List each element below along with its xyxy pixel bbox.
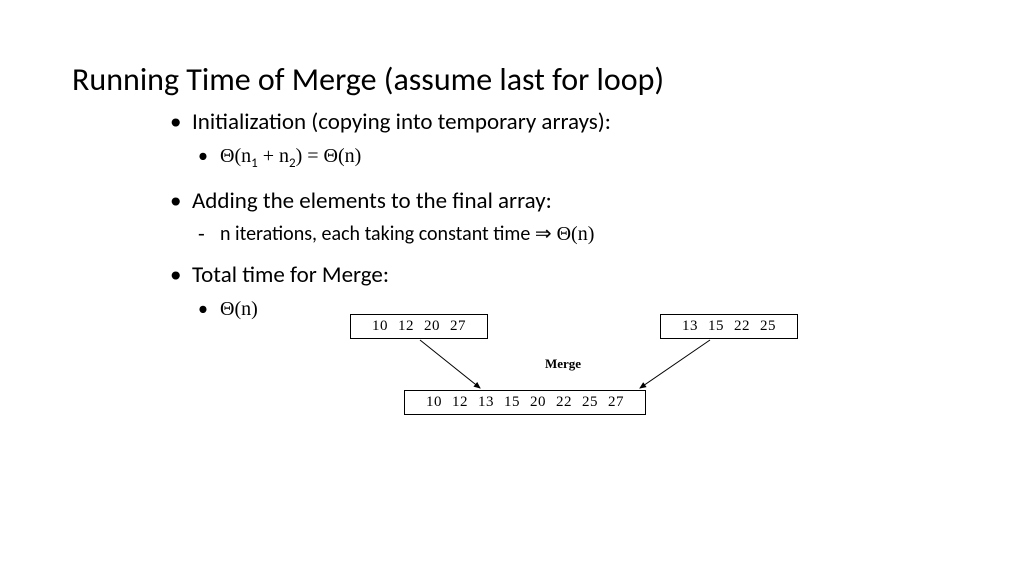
array-cell: 12: [393, 318, 419, 335]
array-cell: 10: [421, 394, 447, 411]
theta-expr-part2: + n: [258, 145, 289, 167]
slide-body: Initialization (copying into temporary a…: [170, 108, 930, 336]
array-cell: 13: [473, 394, 499, 411]
implies-icon: ⇒: [535, 223, 552, 245]
array-cell: 27: [603, 394, 629, 411]
theta-expr-part3: ) = Θ(n): [296, 145, 362, 167]
array-cell: 22: [551, 394, 577, 411]
bullet-initialization: Initialization (copying into temporary a…: [170, 108, 930, 137]
array-cell: 15: [703, 318, 729, 335]
slide-title: Running Time of Merge (assume last for l…: [72, 60, 664, 99]
theta-n-2: Θ(n): [220, 298, 258, 320]
array-cell: 10: [367, 318, 393, 335]
subscript-1: 1: [251, 156, 258, 171]
array-cell: 20: [525, 394, 551, 411]
array-cell: 25: [755, 318, 781, 335]
bullet-adding-detail: n iterations, each taking constant time …: [198, 221, 930, 247]
array-cell: 25: [577, 394, 603, 411]
array-cell: 20: [419, 318, 445, 335]
array-cell: 22: [729, 318, 755, 335]
bullet-init-complexity: Θ(n1 + n2) = Θ(n): [198, 143, 930, 173]
n-prefix: n: [220, 222, 235, 246]
bullet-adding: Adding the elements to the final array:: [170, 187, 930, 216]
bullet-total: Total time for Merge:: [170, 261, 930, 290]
array-cell: 13: [677, 318, 703, 335]
subscript-2: 2: [289, 156, 296, 171]
array-merged: 1012131520222527: [404, 390, 646, 415]
array-right: 13152225: [660, 314, 798, 339]
iteration-text: iterations, each taking constant time: [235, 222, 535, 246]
array-left: 10122027: [350, 314, 488, 339]
merge-diagram: 10122027 13152225 Merge 1012131520222527: [350, 310, 850, 450]
array-cell: 27: [445, 318, 471, 335]
array-cell: 15: [499, 394, 525, 411]
merge-label: Merge: [545, 356, 581, 372]
theta-expr-part1: Θ(n: [220, 145, 251, 167]
array-cell: 12: [447, 394, 473, 411]
theta-n-1: Θ(n): [552, 223, 595, 245]
slide: Running Time of Merge (assume last for l…: [0, 0, 1024, 576]
